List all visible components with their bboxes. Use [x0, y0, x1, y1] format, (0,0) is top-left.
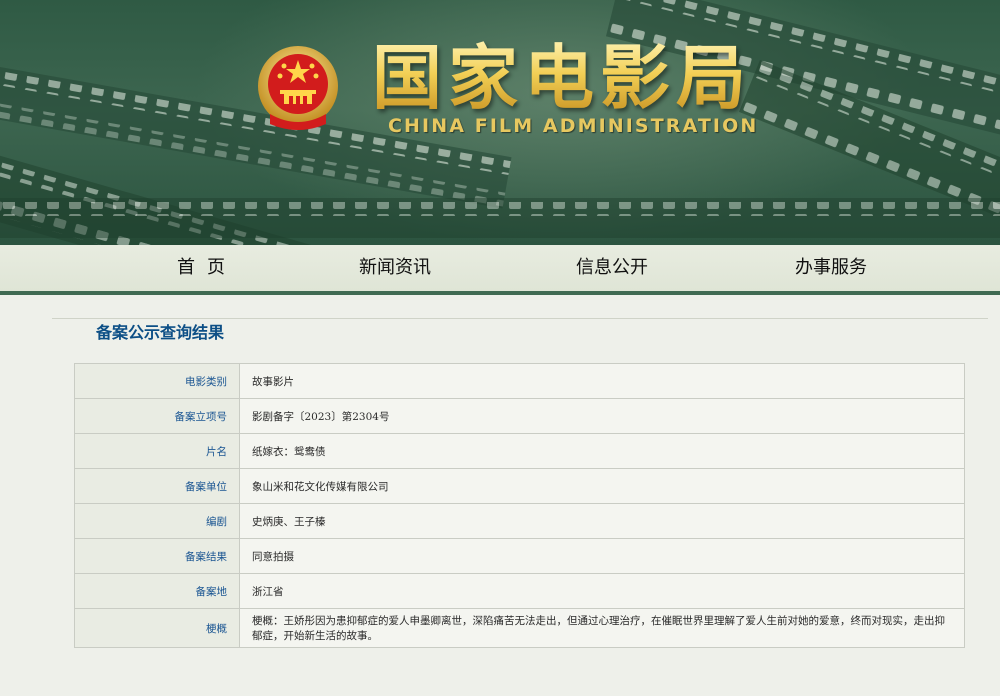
national-emblem-icon — [258, 46, 338, 130]
main-nav: 首页 新闻资讯 信息公开 办事服务 — [0, 245, 1000, 295]
table-row: 备案立项号 影剧备字〔2023〕第2304号 — [74, 398, 965, 434]
row-value-filing-number: 影剧备字〔2023〕第2304号 — [239, 398, 965, 434]
row-value-filing-unit: 象山米和花文化传媒有限公司 — [239, 468, 965, 504]
nav-item-home[interactable]: 首页 — [177, 245, 237, 291]
row-value-filing-location: 浙江省 — [239, 573, 965, 609]
row-label-filing-unit: 备案单位 — [74, 468, 240, 504]
table-row: 备案地 浙江省 — [74, 573, 965, 609]
row-value-filing-result: 同意拍摄 — [239, 538, 965, 574]
row-label-filing-number: 备案立项号 — [74, 398, 240, 434]
page-title: 备案公示查询结果 — [96, 323, 225, 342]
site-title: 国家电影局 — [372, 37, 752, 119]
row-value-film-category: 故事影片 — [239, 363, 965, 399]
nav-item-services[interactable]: 办事服务 — [795, 245, 867, 291]
table-row: 备案结果 同意拍摄 — [74, 538, 965, 574]
row-label-synopsis: 梗概 — [74, 608, 240, 648]
row-label-filing-result: 备案结果 — [74, 538, 240, 574]
content-divider — [52, 318, 988, 319]
row-value-screenwriter: 史炳庚、王子榛 — [239, 503, 965, 539]
header-banner: 国家电影局 CHINA FILM ADMINISTRATION — [0, 0, 1000, 245]
row-label-filing-location: 备案地 — [74, 573, 240, 609]
table-row: 编剧 史炳庚、王子榛 — [74, 503, 965, 539]
table-row: 梗概 梗概：王娇彤因为患抑郁症的爱人申墨卿离世，深陷痛苦无法走出，但通过心理治疗… — [74, 608, 965, 648]
row-label-film-title: 片名 — [74, 433, 240, 469]
table-row: 片名 纸嫁衣：鸳鸯债 — [74, 433, 965, 469]
table-row: 备案单位 象山米和花文化传媒有限公司 — [74, 468, 965, 504]
row-value-film-title: 纸嫁衣：鸳鸯债 — [239, 433, 965, 469]
site-subtitle: CHINA FILM ADMINISTRATION — [388, 115, 759, 137]
record-table: 电影类别 故事影片 备案立项号 影剧备字〔2023〕第2304号 片名 纸嫁衣：… — [74, 363, 965, 648]
nav-item-news[interactable]: 新闻资讯 — [359, 245, 431, 291]
row-label-screenwriter: 编剧 — [74, 503, 240, 539]
row-value-synopsis: 梗概：王娇彤因为患抑郁症的爱人申墨卿离世，深陷痛苦无法走出，但通过心理治疗，在催… — [239, 608, 965, 648]
table-row: 电影类别 故事影片 — [74, 363, 965, 399]
row-label-film-category: 电影类别 — [74, 363, 240, 399]
nav-item-info-disclosure[interactable]: 信息公开 — [576, 245, 648, 291]
